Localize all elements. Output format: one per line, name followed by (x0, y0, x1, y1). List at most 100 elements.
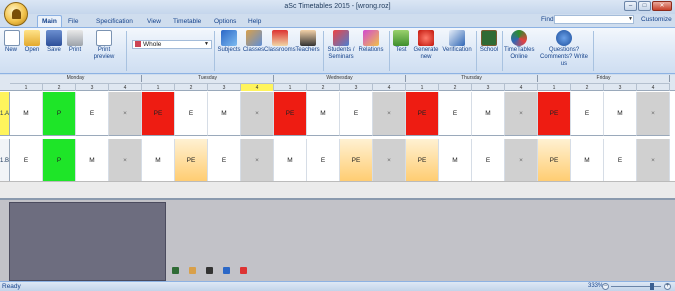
lesson-card[interactable]: M (142, 139, 175, 183)
period-header[interactable]: 2 (43, 83, 76, 91)
empty-slot[interactable]: × (241, 92, 274, 136)
empty-slot[interactable]: × (109, 139, 142, 183)
classes-button[interactable]: Classes (241, 30, 266, 54)
tab-view[interactable]: View (143, 16, 165, 27)
period-header[interactable]: 4 (505, 83, 538, 91)
lesson-card[interactable]: M (307, 92, 340, 136)
tab-timetable[interactable]: Timetable (169, 16, 205, 27)
lesson-card[interactable]: E (571, 92, 604, 136)
lesson-card[interactable]: M (472, 92, 505, 136)
classroom-house-icon[interactable] (240, 267, 247, 274)
lesson-card[interactable]: M (10, 92, 43, 136)
lesson-card[interactable]: E (604, 139, 637, 183)
maximize-button[interactable]: □ (638, 1, 651, 11)
period-header[interactable]: 4 (373, 83, 406, 91)
lesson-card[interactable]: PE (406, 139, 439, 183)
period-header[interactable]: 1 (274, 83, 307, 91)
empty-slot[interactable]: × (637, 92, 670, 136)
print-preview-button[interactable]: Print preview (87, 30, 121, 61)
school-button[interactable]: School (478, 30, 500, 54)
period-header[interactable]: 2 (439, 83, 472, 91)
tab-options[interactable]: Options (210, 16, 240, 27)
lesson-card[interactable]: PE (340, 139, 373, 183)
subjects-icon[interactable] (223, 267, 230, 274)
empty-slot[interactable]: × (373, 92, 406, 136)
period-header[interactable]: 3 (472, 83, 505, 91)
questions-button[interactable]: Questions? Comments? Write us (537, 30, 591, 68)
lesson-card[interactable]: M (208, 92, 241, 136)
students-button[interactable]: Students / Seminars (326, 30, 356, 61)
lesson-card[interactable]: M (76, 139, 109, 183)
new-button[interactable]: New (4, 30, 20, 54)
period-header[interactable]: 3 (604, 83, 637, 91)
period-header[interactable]: 3 (208, 83, 241, 91)
lesson-card[interactable]: M (439, 139, 472, 183)
classes-icon[interactable] (189, 267, 196, 274)
lesson-card[interactable]: E (175, 92, 208, 136)
empty-slot[interactable]: × (637, 139, 670, 183)
find-input[interactable] (554, 15, 634, 24)
close-button[interactable]: ✕ (652, 1, 672, 11)
lesson-card[interactable]: PE (274, 92, 307, 136)
save-button[interactable]: Save (45, 30, 63, 54)
period-header[interactable]: 4 (109, 83, 142, 91)
customize-menu[interactable]: Customize (641, 16, 672, 23)
tab-help[interactable]: Help (244, 16, 265, 27)
class-row-header[interactable]: 1.B (0, 139, 10, 183)
empty-slot[interactable]: × (109, 92, 142, 136)
period-header[interactable]: 3 (76, 83, 109, 91)
empty-slot[interactable]: × (373, 139, 406, 183)
period-header[interactable]: 4 (637, 83, 670, 91)
unplaced-cards-pane[interactable] (9, 202, 166, 281)
lesson-card[interactable]: E (472, 139, 505, 183)
lesson-card[interactable]: PE (406, 92, 439, 136)
empty-slot[interactable]: × (505, 92, 538, 136)
zoom-in-button[interactable]: + (664, 283, 671, 290)
tab-specification[interactable]: Specification (92, 16, 137, 27)
open-button[interactable]: Open (23, 30, 41, 54)
timetables-online-button[interactable]: TimeTables Online (504, 30, 534, 61)
blackboard-icon[interactable] (172, 267, 179, 274)
lesson-card[interactable]: P (43, 92, 76, 136)
lesson-card[interactable]: E (208, 139, 241, 183)
zoom-out-button[interactable]: − (602, 283, 609, 290)
period-header[interactable]: 1 (406, 83, 439, 91)
subjects-button[interactable]: Subjects (216, 30, 242, 54)
empty-slot[interactable]: × (241, 139, 274, 183)
zoom-slider-thumb[interactable] (650, 283, 654, 290)
period-header[interactable]: 2 (307, 83, 340, 91)
lesson-card[interactable]: M (571, 139, 604, 183)
period-header[interactable]: 1 (10, 83, 43, 91)
class-row-header[interactable]: 1.A (0, 92, 10, 136)
tab-file[interactable]: File (64, 16, 82, 27)
chevron-down-icon[interactable]: ▼ (628, 16, 633, 22)
period-header[interactable]: 2 (571, 83, 604, 91)
teacher-icon[interactable] (206, 267, 213, 274)
print-button[interactable]: Print (66, 30, 84, 54)
lesson-card[interactable]: PE (538, 139, 571, 183)
period-header[interactable]: 1 (538, 83, 571, 91)
verification-button[interactable]: Verification (441, 30, 473, 54)
empty-slot[interactable]: × (505, 139, 538, 183)
lesson-card[interactable]: E (76, 92, 109, 136)
lesson-card[interactable]: E (340, 92, 373, 136)
period-header[interactable]: 3 (340, 83, 373, 91)
classrooms-button[interactable]: Classrooms (264, 30, 296, 54)
minimize-button[interactable]: – (624, 1, 637, 11)
period-header[interactable]: 1 (142, 83, 175, 91)
view-select[interactable]: Whole ▼ (132, 40, 212, 49)
lesson-card[interactable]: PE (142, 92, 175, 136)
relations-button[interactable]: Relations (357, 30, 385, 54)
lesson-card[interactable]: P (43, 139, 76, 183)
period-header[interactable]: 2 (175, 83, 208, 91)
lesson-card[interactable]: PE (538, 92, 571, 136)
lesson-card[interactable]: E (439, 92, 472, 136)
lesson-card[interactable]: M (274, 139, 307, 183)
lesson-card[interactable]: M (604, 92, 637, 136)
tab-main[interactable]: Main (37, 15, 62, 27)
test-button[interactable]: Test (392, 30, 410, 54)
lesson-card[interactable]: E (307, 139, 340, 183)
teachers-button[interactable]: Teachers (294, 30, 321, 54)
generate-button[interactable]: Generate new (411, 30, 441, 61)
lesson-card[interactable]: PE (175, 139, 208, 183)
